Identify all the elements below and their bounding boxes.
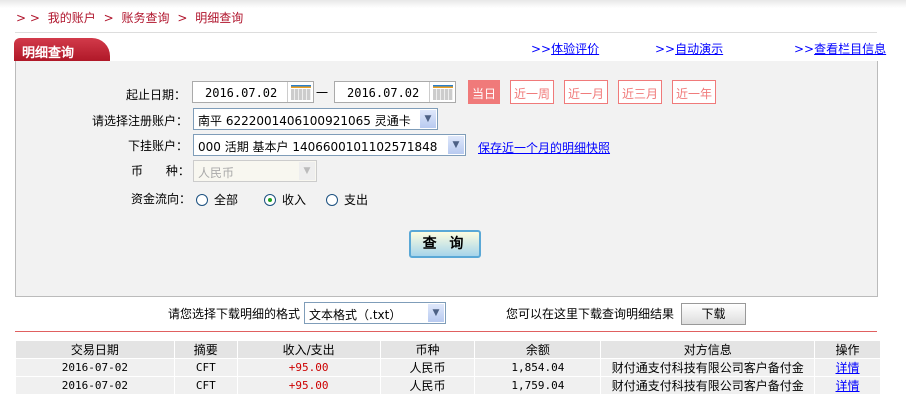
- link-column-info[interactable]: >>查看栏目信息: [794, 40, 886, 57]
- sub-account-select[interactable]: 000 活期 基本户 1406600101102571848 ▼: [193, 134, 466, 156]
- link-label[interactable]: 体验评价: [551, 42, 599, 56]
- link-prefix: >>: [655, 42, 676, 56]
- calendar-icon[interactable]: [429, 82, 455, 102]
- start-date-input[interactable]: 2016.07.02: [192, 81, 314, 103]
- col-date: 交易日期: [15, 340, 175, 359]
- format-select[interactable]: 文本格式（.txt） ▼: [304, 302, 446, 324]
- cell-summary: CFT: [173, 376, 238, 395]
- quick-3month-button[interactable]: 近三月: [618, 80, 663, 104]
- radio-checked-icon[interactable]: [264, 194, 276, 206]
- cell-currency: 人民币: [379, 358, 476, 377]
- top-shadow: [0, 0, 906, 8]
- start-date-value: 2016.07.02: [205, 86, 278, 100]
- divider: [15, 32, 877, 33]
- cell-amount: +95.00: [236, 358, 381, 377]
- cell-date: 2016-07-02: [15, 358, 175, 377]
- format-value: 文本格式（.txt）: [309, 308, 402, 322]
- col-amount: 收入/支出: [236, 340, 381, 359]
- col-currency: 币种: [379, 340, 476, 359]
- save-snapshot-link[interactable]: 保存近一个月的明细快照: [478, 139, 610, 156]
- link-label[interactable]: 查看栏目信息: [814, 42, 886, 56]
- cell-balance: 1,854.04: [474, 358, 602, 377]
- quick-today-button[interactable]: 当日: [468, 80, 501, 104]
- chevron-down-icon[interactable]: ▼: [448, 136, 464, 154]
- format-label: 请您选择下载明细的格式: [168, 307, 301, 321]
- currency-label: 币 种：: [131, 164, 190, 178]
- chevron-down-icon: ▼: [299, 162, 315, 180]
- radio-label: 收入: [282, 193, 307, 207]
- quick-month-button[interactable]: 近一月: [564, 80, 609, 104]
- link-prefix: >>: [531, 42, 552, 56]
- query-button[interactable]: 查 询: [409, 230, 481, 258]
- col-counterparty: 对方信息: [600, 340, 816, 359]
- currency-select: 人民币 ▼: [193, 160, 317, 182]
- date-separator: 一: [316, 86, 329, 100]
- chevron-down-icon[interactable]: ▼: [420, 110, 436, 128]
- chevron-down-icon[interactable]: ▼: [428, 304, 444, 322]
- flow-label: 资金流向：: [131, 192, 192, 206]
- cell-counterparty: 财付通支付科技有限公司客户备付金: [600, 358, 816, 377]
- radio-label: 支出: [344, 193, 369, 207]
- breadcrumb-sep: >: [177, 11, 188, 25]
- radio-label: 全部: [214, 193, 239, 207]
- radio-all[interactable]: 全部: [196, 191, 238, 208]
- details-link[interactable]: 详情: [836, 361, 860, 375]
- account-label: 请选择注册账户：: [91, 114, 188, 128]
- end-date-input[interactable]: 2016.07.02: [334, 81, 456, 103]
- cell-date: 2016-07-02: [15, 376, 175, 395]
- cell-counterparty: 财付通支付科技有限公司客户备付金: [600, 376, 816, 395]
- breadcrumb-sep: >: [103, 11, 114, 25]
- sub-account-value: 000 活期 基本户 1406600101102571848: [198, 140, 438, 154]
- download-button[interactable]: 下载: [681, 303, 746, 325]
- cell-balance: 1,759.04: [474, 376, 602, 395]
- breadcrumb-my-account[interactable]: 我的账户: [48, 11, 96, 25]
- cell-summary: CFT: [173, 358, 238, 377]
- table-row: 2016-07-02 CFT +95.00 人民币 1,759.04 财付通支付…: [15, 376, 881, 395]
- col-balance: 余额: [474, 340, 602, 359]
- account-select[interactable]: 南平 6222001406100921065 灵通卡 ▼: [193, 108, 438, 130]
- col-action: 操作: [814, 340, 881, 359]
- tab-detail-query[interactable]: 明细查询: [14, 38, 110, 61]
- radio-icon[interactable]: [196, 194, 208, 206]
- download-hint: 您可以在这里下载查询明细结果: [506, 307, 675, 321]
- currency-value: 人民币: [198, 166, 235, 180]
- quick-week-button[interactable]: 近一周: [510, 80, 555, 104]
- radio-income[interactable]: 收入: [264, 191, 306, 208]
- link-label[interactable]: 自动演示: [675, 42, 723, 56]
- cell-amount: +95.00: [236, 376, 381, 395]
- breadcrumb-prefix: > >: [16, 11, 40, 25]
- divider: [15, 331, 877, 332]
- transactions-table: 交易日期 摘要 收入/支出 币种 余额 对方信息 操作 2016-07-02 C…: [15, 340, 881, 395]
- radio-icon[interactable]: [326, 194, 338, 206]
- link-prefix: >>: [794, 42, 815, 56]
- breadcrumb-account-query[interactable]: 账务查询: [122, 11, 170, 25]
- link-feedback[interactable]: >>体验评价: [531, 40, 599, 57]
- end-date-value: 2016.07.02: [347, 86, 420, 100]
- sub-account-label: 下挂账户：: [127, 139, 188, 153]
- date-label: 起止日期：: [125, 88, 186, 102]
- details-link[interactable]: 详情: [836, 379, 860, 393]
- table-row: 2016-07-02 CFT +95.00 人民币 1,854.04 财付通支付…: [15, 358, 881, 377]
- breadcrumb: > > 我的账户 > 账务查询 > 明细查询: [16, 9, 247, 26]
- table-header: 交易日期 摘要 收入/支出 币种 余额 对方信息 操作: [15, 340, 881, 359]
- account-value: 南平 6222001406100921065 灵通卡: [198, 114, 411, 128]
- cell-currency: 人民币: [379, 376, 476, 395]
- col-summary: 摘要: [173, 340, 238, 359]
- radio-expense[interactable]: 支出: [326, 191, 368, 208]
- calendar-icon[interactable]: [287, 82, 313, 102]
- breadcrumb-detail-query: 明细查询: [195, 11, 244, 25]
- quick-year-button[interactable]: 近一年: [672, 80, 717, 104]
- link-demo[interactable]: >>自动演示: [655, 40, 723, 57]
